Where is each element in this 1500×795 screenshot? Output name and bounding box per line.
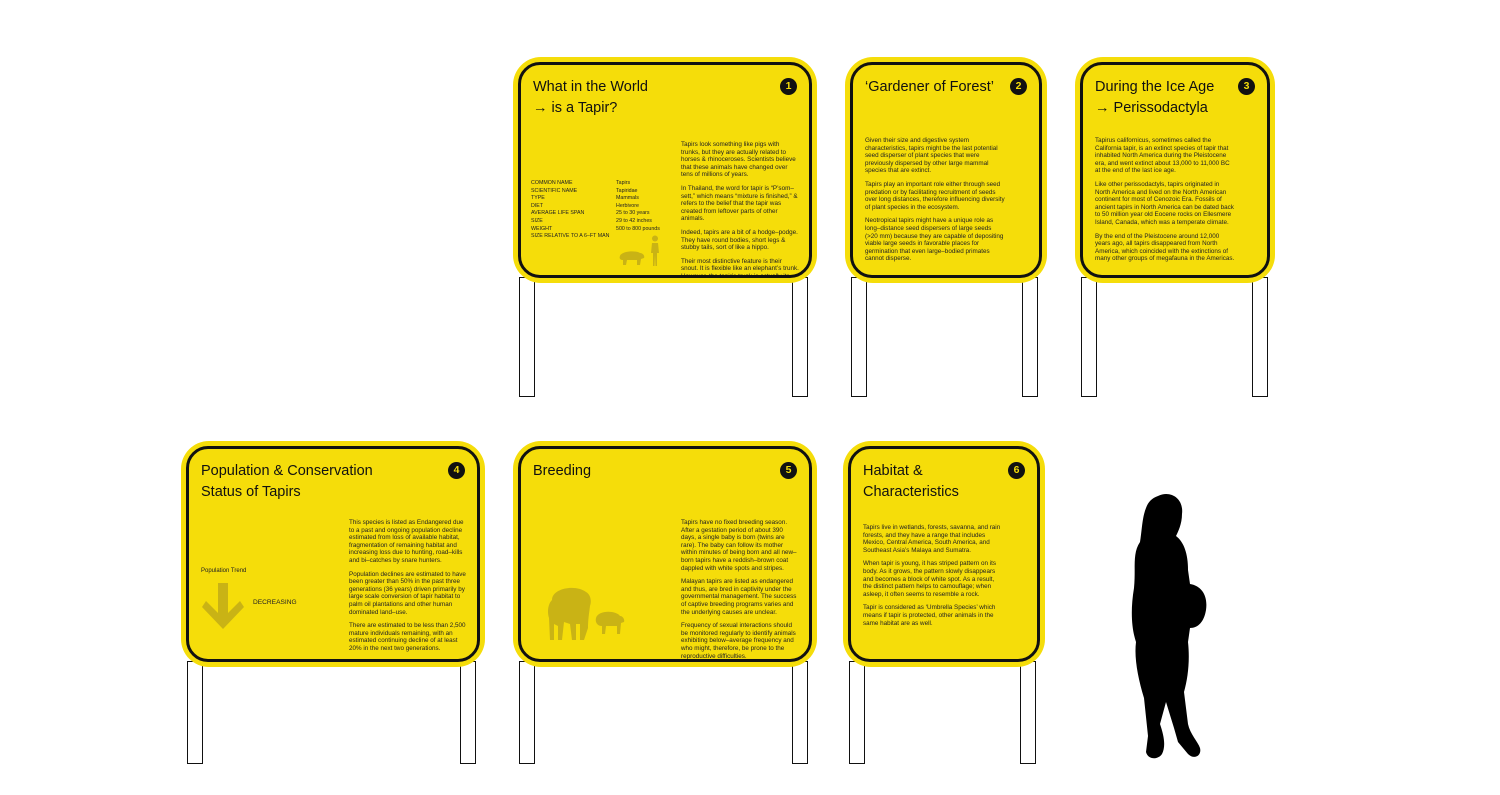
- sign-post-left: [519, 661, 535, 764]
- sign-title: Breeding: [533, 463, 592, 479]
- sign-post-right: [1022, 277, 1038, 397]
- sign-2: ‘Gardener of Forest’ 2 Given their size …: [845, 57, 1047, 399]
- sign-title: During the Ice Age → Perissodactyla: [1095, 79, 1215, 116]
- sign-body: This species is listed as Endangered due…: [349, 519, 466, 652]
- sign-body: Tapirs have no fixed breeding season. Af…: [681, 519, 797, 660]
- down-arrow-icon: [202, 583, 244, 629]
- person-silhouette: [1131, 494, 1207, 759]
- sign-title: Population & Conservation Status of Tapi…: [201, 463, 373, 500]
- fact-values: Tapirs Tapiridae Mammals Herbivore 25 to 3…: [616, 180, 660, 232]
- sign-post-left: [519, 277, 535, 397]
- sign-1: What in the World → is a Tapir? 1 COMMON…: [513, 57, 817, 399]
- sign-post-left: [849, 661, 865, 764]
- sign-board: Population & Conservation Status of Tapi…: [181, 441, 485, 667]
- sign-post-left: [187, 661, 203, 764]
- sign-title: ‘Gardener of Forest’: [865, 79, 994, 95]
- sign-title: What in the World → is a Tapir?: [533, 79, 648, 116]
- sign-post-left: [1081, 277, 1097, 397]
- sign-number: 6: [1008, 462, 1025, 479]
- sign-3: During the Ice Age → Perissodactyla 3 Ta…: [1075, 57, 1275, 399]
- tapir-mother-calf-icon: [548, 587, 625, 640]
- sign-number: 2: [1010, 78, 1027, 95]
- sign-board: What in the World → is a Tapir? 1 COMMON…: [513, 57, 817, 283]
- sign-post-left: [851, 277, 867, 397]
- tapir-silhouette-icon: [619, 251, 645, 265]
- sign-body: Tapirus californicus, sometimes called t…: [1095, 137, 1235, 263]
- sign-body: Given their size and digestive system ch…: [865, 137, 1005, 263]
- sign-post-right: [1252, 277, 1268, 397]
- sign-title: Habitat & Characteristics: [863, 463, 959, 500]
- sign-4: Population & Conservation Status of Tapi…: [181, 441, 485, 765]
- population-trend-label: Population Trend: [201, 568, 247, 574]
- sign-board: Habitat & Characteristics 6 Tapirs live …: [843, 441, 1045, 667]
- sign-number: 3: [1238, 78, 1255, 95]
- sign-body: Tapirs look something like pigs with tru…: [681, 141, 799, 278]
- sign-board: ‘Gardener of Forest’ 2 Given their size …: [845, 57, 1047, 283]
- sign-number: 5: [780, 462, 797, 479]
- population-trend-value: DECREASING: [253, 599, 297, 606]
- sign-number: 1: [780, 78, 797, 95]
- sign-6: Habitat & Characteristics 6 Tapirs live …: [843, 441, 1045, 765]
- sign-5: Breeding 5 Tapirs have no fixed breeding…: [513, 441, 817, 765]
- sign-post-right: [792, 661, 808, 764]
- sign-post-right: [1020, 661, 1036, 764]
- sign-post-right: [460, 661, 476, 764]
- fact-labels: COMMON NAME SCIENTIFIC NAME TYPE DIET AVER…: [531, 180, 610, 240]
- sign-board: Breeding 5 Tapirs have no fixed breeding…: [513, 441, 817, 667]
- sign-body: Tapirs live in wetlands, forests, savann…: [863, 524, 1001, 627]
- man-silhouette-icon: [651, 235, 659, 266]
- sign-number: 4: [448, 462, 465, 479]
- sign-post-right: [792, 277, 808, 397]
- sign-board: During the Ice Age → Perissodactyla 3 Ta…: [1075, 57, 1275, 283]
